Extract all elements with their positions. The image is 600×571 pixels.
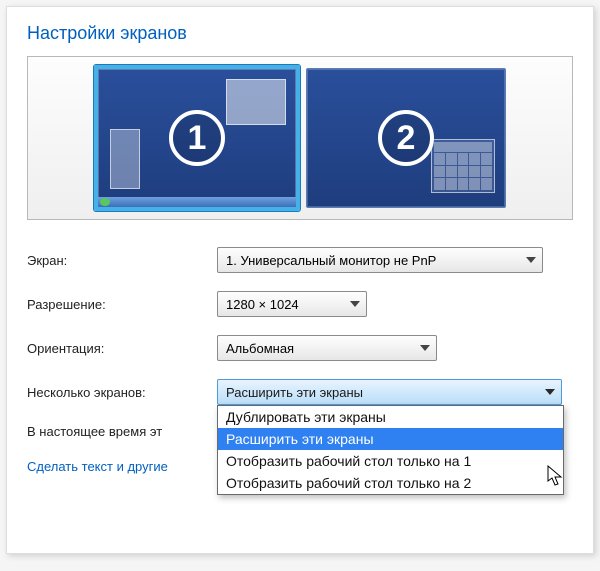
monitor1-taskbar-decor <box>98 197 296 207</box>
monitor-1-badge: 1 <box>169 110 225 166</box>
multi-option-extend[interactable]: Расширить эти экраны <box>218 428 563 450</box>
orientation-select-value: Альбомная <box>226 341 294 356</box>
label-orientation: Ориентация: <box>27 341 217 356</box>
multi-option-only2[interactable]: Отобразить рабочий стол только на 2 <box>218 472 563 494</box>
monitor-2[interactable]: 2 <box>306 68 506 208</box>
label-display: Экран: <box>27 253 217 268</box>
multi-option-duplicate[interactable]: Дублировать эти экраны <box>218 406 563 428</box>
row-multiple-displays: Несколько экранов: Расширить эти экраны … <box>27 374 573 410</box>
monitor1-window-decor <box>226 79 286 125</box>
label-resolution: Разрешение: <box>27 297 217 312</box>
multiple-displays-select[interactable]: Расширить эти экраны Дублировать эти экр… <box>217 379 562 405</box>
text-size-link[interactable]: Сделать текст и другие <box>27 459 168 474</box>
multiple-displays-select-value: Расширить эти экраны <box>226 385 363 400</box>
display-select[interactable]: 1. Универсальный монитор не PnP <box>217 247 543 273</box>
row-resolution: Разрешение: 1280 × 1024 <box>27 286 573 322</box>
row-display: Экран: 1. Универсальный монитор не PnP <box>27 242 573 278</box>
settings-form: Экран: 1. Универсальный монитор не PnP Р… <box>27 242 573 474</box>
chevron-down-icon <box>420 345 430 351</box>
display-settings-panel: Настройки экранов 1 2 Экран: 1. Универса… <box>6 6 594 554</box>
row-orientation: Ориентация: Альбомная <box>27 330 573 366</box>
multi-option-only1[interactable]: Отобразить рабочий стол только на 1 <box>218 450 563 472</box>
monitor2-calendar-decor <box>431 139 495 193</box>
label-multiple-displays: Несколько экранов: <box>27 385 217 400</box>
orientation-select[interactable]: Альбомная <box>217 335 437 361</box>
chevron-down-icon <box>526 257 536 263</box>
chevron-down-icon <box>350 301 360 307</box>
resolution-select-value: 1280 × 1024 <box>226 297 299 312</box>
monitor-1[interactable]: 1 <box>94 65 300 211</box>
page-title: Настройки экранов <box>27 23 573 44</box>
multiple-displays-dropdown: Дублировать эти экраны Расширить эти экр… <box>217 405 564 495</box>
monitor-2-badge: 2 <box>378 110 434 166</box>
resolution-select[interactable]: 1280 × 1024 <box>217 291 367 317</box>
monitor1-sidebar-decor <box>110 129 140 189</box>
display-select-value: 1. Универсальный монитор не PnP <box>226 253 436 268</box>
chevron-down-icon <box>545 389 555 395</box>
monitor1-start-decor <box>100 198 110 206</box>
monitor-arrangement-box[interactable]: 1 2 <box>27 56 573 220</box>
